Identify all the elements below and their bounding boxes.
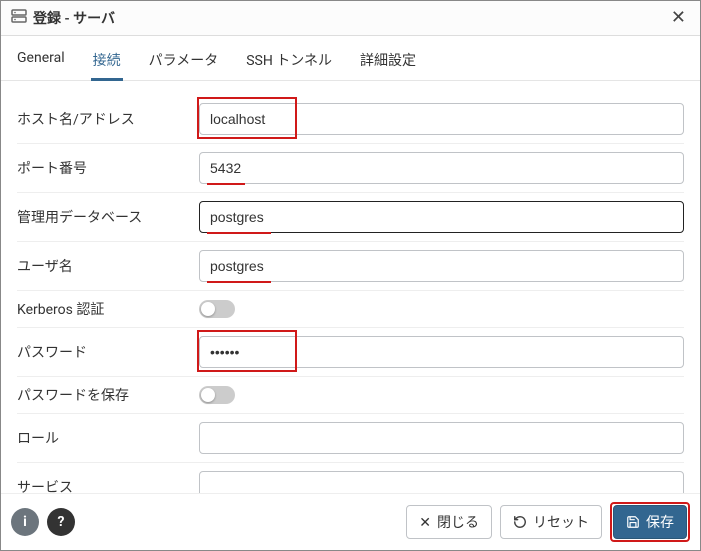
info-icon: i [23, 514, 27, 530]
save-icon [626, 515, 640, 529]
tab-ssh-tunnel[interactable]: SSH トンネル [244, 44, 334, 80]
reset-icon [513, 515, 527, 529]
input-maintenance-db[interactable] [199, 201, 684, 233]
tab-advanced[interactable]: 詳細設定 [358, 44, 418, 80]
row-role: ロール [17, 414, 684, 463]
label-port: ポート番号 [17, 158, 187, 178]
question-icon: ? [58, 514, 65, 530]
label-save-password: パスワードを保存 [17, 385, 187, 405]
info-button[interactable]: i [11, 508, 39, 536]
server-icon [11, 9, 27, 27]
dialog-title: 登録 - サーバ [33, 8, 115, 28]
row-kerberos: Kerberos 認証 [17, 291, 684, 328]
row-host: ホスト名/アドレス [17, 95, 684, 144]
tab-connection[interactable]: 接続 [91, 44, 123, 80]
row-save-password: パスワードを保存 [17, 377, 684, 414]
input-service[interactable] [199, 471, 684, 493]
close-icon[interactable]: ✕ [667, 7, 690, 29]
row-service: サービス [17, 463, 684, 493]
highlight-save: 保存 [610, 502, 690, 542]
connection-form: ホスト名/アドレス ポート番号 管理用データベース ユーザ名 [1, 81, 700, 493]
toggle-kerberos[interactable] [199, 300, 235, 318]
register-server-dialog: 登録 - サーバ ✕ General 接続 パラメータ SSH トンネル 詳細設… [0, 0, 701, 551]
tab-parameters[interactable]: パラメータ [147, 44, 221, 80]
label-role: ロール [17, 428, 187, 448]
x-icon: ✕ [419, 514, 431, 531]
row-password: パスワード [17, 328, 684, 377]
input-password[interactable] [199, 336, 684, 368]
input-role[interactable] [199, 422, 684, 454]
titlebar: 登録 - サーバ ✕ [1, 1, 700, 36]
row-maintenance-db: 管理用データベース [17, 193, 684, 242]
input-username[interactable] [199, 250, 684, 282]
toggle-save-password[interactable] [199, 386, 235, 404]
row-port: ポート番号 [17, 144, 684, 193]
label-kerberos: Kerberos 認証 [17, 299, 187, 319]
close-label: 閉じる [437, 512, 479, 532]
input-port[interactable] [199, 152, 684, 184]
tab-general[interactable]: General [15, 44, 67, 80]
label-host: ホスト名/アドレス [17, 109, 187, 129]
save-label: 保存 [646, 512, 674, 532]
close-button[interactable]: ✕ 閉じる [406, 505, 492, 539]
label-password: パスワード [17, 342, 187, 362]
label-service: サービス [17, 477, 187, 493]
tabs: General 接続 パラメータ SSH トンネル 詳細設定 [1, 36, 700, 81]
save-button[interactable]: 保存 [613, 505, 687, 539]
row-username: ユーザ名 [17, 242, 684, 291]
reset-label: リセット [533, 512, 589, 532]
help-button[interactable]: ? [47, 508, 75, 536]
reset-button[interactable]: リセット [500, 505, 602, 539]
footer: i ? ✕ 閉じる リセット 保存 [1, 493, 700, 550]
label-username: ユーザ名 [17, 256, 187, 276]
input-host[interactable] [199, 103, 684, 135]
label-maintenance-db: 管理用データベース [17, 207, 187, 227]
